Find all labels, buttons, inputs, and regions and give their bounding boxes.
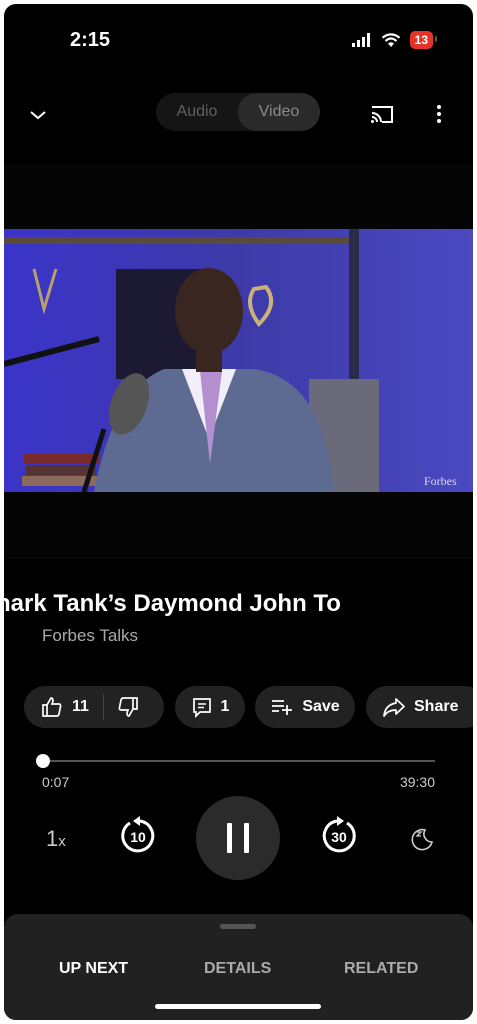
current-time: 0:07 xyxy=(42,774,70,790)
like-dislike-group: 11 xyxy=(24,686,164,728)
sleep-timer-icon[interactable] xyxy=(408,824,436,852)
pause-button[interactable] xyxy=(196,796,280,880)
video-watermark: Forbes xyxy=(424,474,457,488)
pause-icon-bar-left xyxy=(227,823,232,853)
rewind-10-icon[interactable]: 10 xyxy=(116,814,160,858)
like-divider xyxy=(102,694,104,720)
tab-details[interactable]: DETAILS xyxy=(204,960,271,978)
like-count: 11 xyxy=(72,698,89,715)
rewind-seconds: 10 xyxy=(130,829,146,845)
seek-bar-handle[interactable] xyxy=(36,754,51,768)
comment-icon xyxy=(192,698,211,718)
seek-bar[interactable] xyxy=(36,754,435,768)
comment-count: 1 xyxy=(220,698,230,715)
share-label: Share xyxy=(414,698,459,715)
video-frame: Forbes xyxy=(4,229,473,492)
battery-indicator: 13 xyxy=(409,31,438,49)
video-title: hark Tank’s Daymond John To xyxy=(4,590,473,618)
audio-mode-button[interactable]: Audio xyxy=(156,103,238,121)
tab-up-next[interactable]: UP NEXT xyxy=(59,960,128,978)
playback-speed-button[interactable]: 1x xyxy=(46,826,66,852)
channel-name[interactable]: Forbes Talks xyxy=(42,626,138,646)
playlist-add-icon xyxy=(272,700,293,715)
video-thumbnail: Forbes xyxy=(4,229,473,492)
audio-video-toggle[interactable]: Audio Video xyxy=(156,93,320,131)
home-indicator[interactable] xyxy=(155,1004,321,1009)
video-mode-button[interactable]: Video xyxy=(238,93,320,131)
status-time: 2:15 xyxy=(70,29,111,51)
more-options-icon[interactable] xyxy=(434,102,444,126)
thumbs-down-icon[interactable] xyxy=(116,695,140,719)
duration: 39:30 xyxy=(399,774,435,790)
sheet-drag-handle[interactable] xyxy=(220,924,256,929)
tab-related[interactable]: RELATED xyxy=(344,960,418,978)
share-icon xyxy=(383,698,405,717)
like-button[interactable]: 11 xyxy=(40,695,89,719)
player-screen: 2:15 13 Audio Video Forbes hark Tank’s D… xyxy=(4,4,473,1020)
signal-icon xyxy=(351,33,370,47)
video-title-text: hark Tank’s Daymond John To xyxy=(4,590,341,617)
save-label: Save xyxy=(302,698,340,715)
speed-value: 1 xyxy=(46,826,59,851)
forward-30-icon[interactable]: 30 xyxy=(317,814,361,858)
comments-button[interactable]: 1 xyxy=(175,686,245,728)
speed-unit: x xyxy=(58,833,66,850)
status-icons: 13 xyxy=(351,31,438,49)
wifi-icon xyxy=(381,32,400,47)
video-player[interactable]: Forbes xyxy=(4,164,473,559)
share-button[interactable]: Share xyxy=(366,686,473,728)
forward-seconds: 30 xyxy=(331,829,347,845)
thumbs-up-icon xyxy=(42,697,62,717)
pause-icon-bar-right xyxy=(244,823,249,853)
chevron-down-icon[interactable] xyxy=(26,103,50,127)
save-button[interactable]: Save xyxy=(255,686,355,728)
cast-icon[interactable] xyxy=(369,102,395,126)
